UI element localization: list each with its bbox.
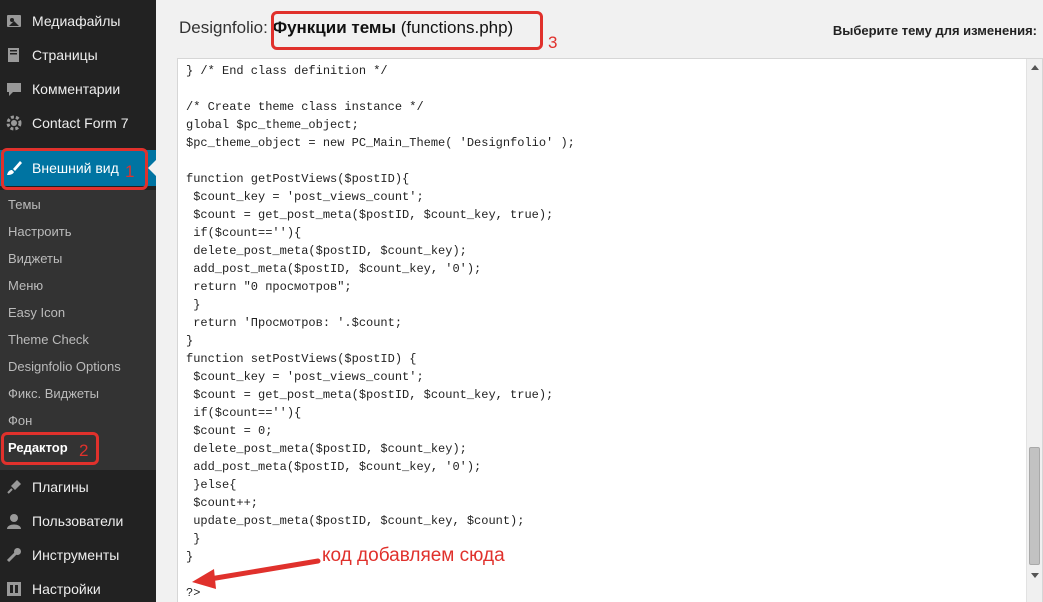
submenu-item-designfolio-options[interactable]: Designfolio Options	[8, 357, 121, 377]
editor-scrollbar[interactable]	[1026, 59, 1042, 602]
scroll-up-icon[interactable]	[1027, 59, 1043, 75]
menu-item-pages[interactable]: Страницы	[0, 38, 156, 72]
menu-label: Страницы	[32, 47, 98, 63]
code-editor[interactable]: } /* End class definition */ /* Create t…	[177, 58, 1043, 602]
code-line: if($count==''){	[186, 406, 302, 420]
code-content[interactable]: } /* End class definition */ /* Create t…	[186, 62, 1016, 602]
appearance-submenu: Темы Настроить Виджеты Меню Easy Icon Th…	[0, 190, 156, 470]
code-line: }	[186, 532, 201, 546]
settings-icon	[5, 580, 23, 598]
theme-name: Designfolio:	[179, 18, 268, 37]
menu-item-plugins[interactable]: Плагины	[0, 470, 156, 504]
menu-item-tools[interactable]: Инструменты	[0, 538, 156, 572]
annotation-number-1: 1	[125, 162, 135, 181]
menu-label: Настройки	[32, 581, 101, 597]
code-line: global $pc_theme_object;	[186, 118, 359, 132]
wrench-icon	[5, 546, 23, 564]
gear-icon	[5, 114, 23, 132]
code-line: add_post_meta($postID, $count_key, '0');	[186, 262, 482, 276]
annotation-note: код добавляем сюда	[322, 545, 505, 566]
code-line: $count++;	[186, 496, 259, 510]
admin-sidebar: Медиафайлы Страницы Комментарии Contact …	[0, 0, 156, 602]
annotation-number-2: 2	[79, 441, 89, 460]
code-line: $count = get_post_meta($postID, $count_k…	[186, 208, 554, 222]
menu-label: Медиафайлы	[32, 13, 121, 29]
code-line: $count_key = 'post_views_count';	[186, 190, 424, 204]
submenu-item-fixed-widgets[interactable]: Фикс. Виджеты	[8, 384, 99, 404]
code-line: }	[186, 334, 194, 348]
code-line: return 'Просмотров: '.$count;	[186, 316, 403, 330]
submenu-item-menus[interactable]: Меню	[8, 276, 43, 296]
code-line: add_post_meta($postID, $count_key, '0');	[186, 460, 482, 474]
code-line: $count = 0;	[186, 424, 273, 438]
code-line: if($count==''){	[186, 226, 302, 240]
scroll-thumb[interactable]	[1029, 447, 1040, 565]
submenu-item-customize[interactable]: Настроить	[8, 222, 72, 242]
code-line: function setPostViews($postID) {	[186, 352, 417, 366]
scroll-down-icon[interactable]	[1027, 567, 1043, 583]
code-line: $count = get_post_meta($postID, $count_k…	[186, 388, 554, 402]
menu-item-users[interactable]: Пользователи	[0, 504, 156, 538]
menu-item-contact-form[interactable]: Contact Form 7	[0, 106, 156, 140]
code-line: update_post_meta($postID, $count_key, $c…	[186, 514, 525, 528]
select-theme-label: Выберите тему для изменения:	[832, 23, 1037, 38]
pages-icon	[5, 46, 23, 64]
code-line: $pc_theme_object = new PC_Main_Theme( 'D…	[186, 136, 575, 150]
code-line: /* Create theme class instance */	[186, 100, 424, 114]
annotation-number-3: 3	[548, 33, 558, 52]
menu-label: Плагины	[32, 479, 89, 495]
menu-label: Contact Form 7	[32, 115, 129, 131]
users-icon	[5, 512, 23, 530]
menu-item-comments[interactable]: Комментарии	[0, 72, 156, 106]
submenu-item-theme-check[interactable]: Theme Check	[8, 330, 89, 350]
code-line: delete_post_meta($postID, $count_key);	[186, 244, 467, 258]
menu-item-settings[interactable]: Настройки	[0, 572, 156, 602]
code-line: }else{	[186, 478, 237, 492]
media-icon	[5, 12, 23, 30]
menu-label: Комментарии	[32, 81, 121, 97]
code-line: delete_post_meta($postID, $count_key);	[186, 442, 467, 456]
submenu-item-background[interactable]: Фон	[8, 411, 32, 431]
code-line: function getPostViews($postID){	[186, 172, 410, 186]
submenu-item-widgets[interactable]: Виджеты	[8, 249, 62, 269]
plugins-icon	[5, 478, 23, 496]
code-line: } /* End class definition */	[186, 64, 388, 78]
code-line: }	[186, 298, 201, 312]
comments-icon	[5, 80, 23, 98]
code-line: $count_key = 'post_views_count';	[186, 370, 424, 384]
menu-label: Инструменты	[32, 547, 120, 563]
submenu-item-themes[interactable]: Темы	[8, 195, 41, 215]
code-line: return "0 просмотров";	[186, 280, 352, 294]
annotation-arrow-icon	[192, 558, 321, 589]
menu-label: Пользователи	[32, 513, 124, 529]
menu-item-media[interactable]: Медиафайлы	[0, 4, 156, 38]
submenu-item-easy-icon[interactable]: Easy Icon	[8, 303, 65, 323]
highlight-file-title	[271, 11, 543, 50]
